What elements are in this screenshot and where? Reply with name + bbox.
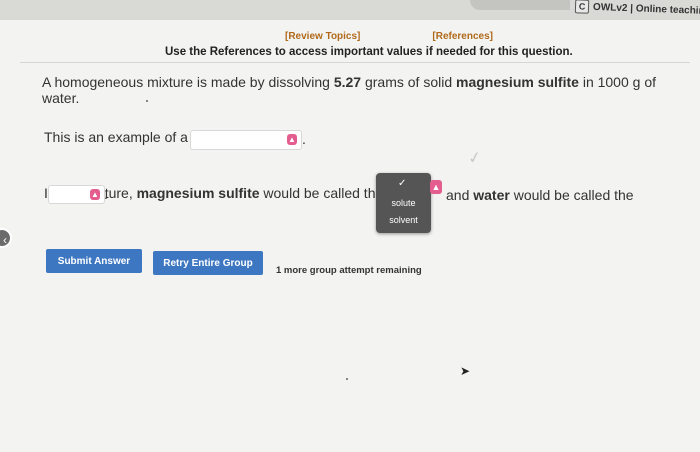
role-dropdown-menu[interactable]: ✓ solute solvent — [376, 173, 431, 233]
tab-title: OWLv2 | Online teaching and — [592, 1, 700, 18]
option-solvent[interactable]: solvent — [376, 215, 431, 225]
speck — [146, 100, 148, 102]
question-text: A homogeneous mixture is made by dissolv… — [42, 74, 662, 106]
dropdown-marker-icon: ▲ — [287, 134, 297, 145]
substance-name: magnesium sulfite — [136, 185, 260, 201]
dropdown-marker-icon: ▲ — [430, 180, 442, 194]
question-text-part: in 1000 g of — [578, 74, 656, 90]
mixture-text-part: would be called the — [509, 187, 634, 203]
solvent-name: water — [473, 187, 510, 203]
question-panel: [Review Topics] [References] Use the Refe… — [0, 20, 700, 452]
dropdown-marker-icon: ▲ — [90, 189, 100, 200]
instruction-text: Use the References to access important v… — [165, 46, 573, 58]
mixture-text-part: and — [446, 187, 474, 203]
amount-value: 5.27 — [333, 74, 362, 90]
attempts-remaining: 1 more group attempt remaining — [276, 265, 422, 276]
tab-edge — [470, 0, 570, 10]
mixture-type-dropdown[interactable]: ▲ — [190, 130, 302, 150]
mixture-prompt-continued: and water would be called the — [446, 187, 634, 203]
references-link[interactable]: [References] — [432, 31, 493, 42]
checkmark-icon: ✓ — [398, 178, 407, 189]
speck — [346, 378, 348, 380]
mixture-text-part: would be called the — [259, 185, 384, 201]
browser-top-strip: COWLv2 | Online teaching and — [0, 0, 700, 22]
water-role-dropdown[interactable]: ▲ — [48, 185, 105, 204]
example-prompt: This is an example of a — [44, 129, 188, 145]
submit-answer-button[interactable]: Submit Answer — [46, 249, 142, 273]
reference-links: [Review Topics] [References] — [285, 31, 565, 42]
mouse-cursor-icon: ➤ — [460, 364, 471, 378]
period: . — [302, 131, 306, 147]
divider — [20, 62, 690, 63]
substance-name: magnesium sulfite — [456, 74, 579, 90]
c-icon: C — [574, 0, 590, 14]
question-text-part: water. — [42, 90, 80, 106]
retry-group-button[interactable]: Retry Entire Group — [153, 251, 263, 275]
option-solute[interactable]: solute — [376, 198, 431, 208]
check-mark-icon: ✓ — [466, 148, 483, 169]
question-text-part: grams of solid — [361, 74, 457, 90]
question-text-part: A homogeneous mixture is made by dissolv… — [42, 74, 334, 90]
browser-tab[interactable]: COWLv2 | Online teaching and — [574, 0, 700, 19]
period: . — [104, 186, 108, 202]
review-topics-link[interactable]: [Review Topics] — [285, 31, 360, 42]
